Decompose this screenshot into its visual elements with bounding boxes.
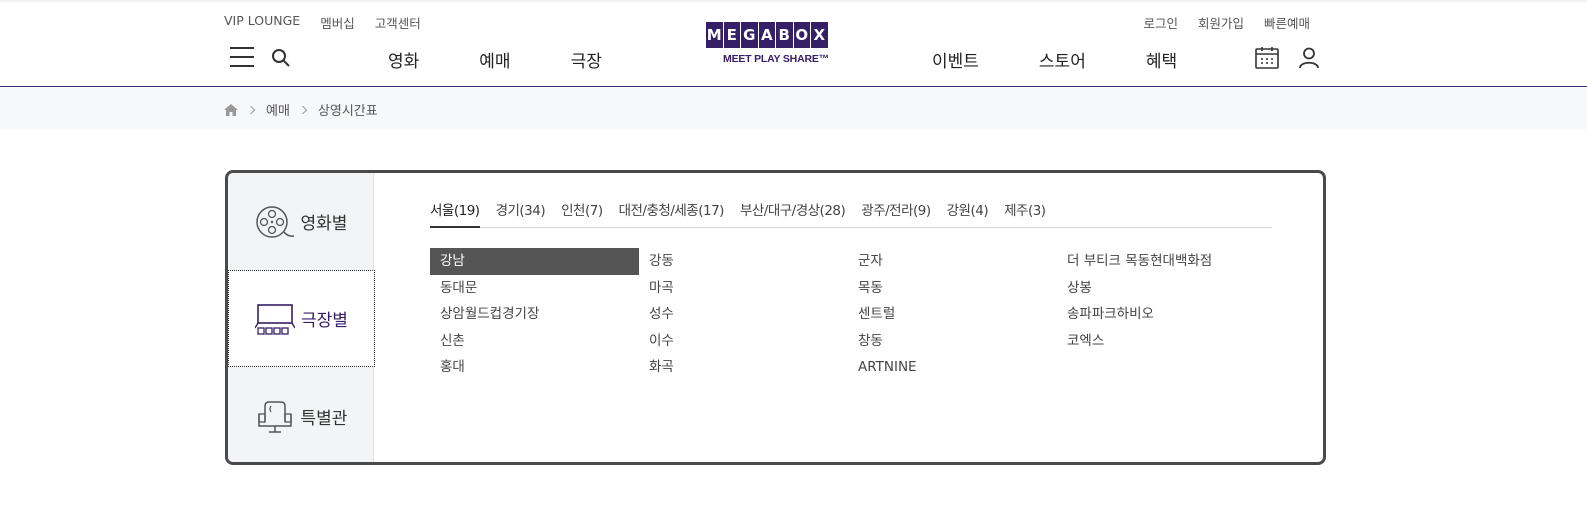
logo-letter: A [758, 22, 775, 48]
theater-item[interactable]: 동대문 [430, 275, 639, 302]
theater-item[interactable]: 송파파크하비오 [1057, 301, 1266, 328]
theater-screen-icon [255, 303, 296, 335]
util-menu-left: VIP LOUNGE 멤버십 고객센터 [224, 13, 441, 32]
tab-region-gyeonggi[interactable]: 경기(34) [496, 195, 546, 227]
logo-letters: M E G A B O X [706, 22, 846, 48]
logo-letter: O [793, 22, 810, 48]
nav-theater[interactable]: 극장 [571, 47, 602, 72]
tab-by-movie[interactable]: 영화별 [228, 173, 374, 270]
theater-item[interactable]: 센트럴 [848, 301, 1057, 328]
tab-region-jeju[interactable]: 제주(3) [1004, 195, 1046, 227]
chevron-right-icon [246, 105, 256, 114]
breadcrumb: 예매 상영시간표 [224, 100, 378, 119]
breadcrumb-bar: 예매 상영시간표 [0, 88, 1587, 129]
logo-letter: M [706, 22, 723, 48]
theater-grid: 강남 강동 군자 더 부티크 목동현대백화점 동대문 마곡 목동 상봉 상암월드… [430, 248, 1272, 381]
tab-region-gangwon[interactable]: 강원(4) [947, 195, 989, 227]
theater-item[interactable]: 마곡 [639, 275, 848, 302]
logo-letter: B [776, 22, 793, 48]
nav-store[interactable]: 스토어 [1039, 47, 1086, 72]
vip-lounge-link[interactable]: VIP LOUNGE [224, 13, 300, 32]
megabox-logo[interactable]: M E G A B O X MEET PLAY SHARE™ [706, 22, 846, 70]
theater-item[interactable]: 신촌 [430, 328, 639, 355]
logo-letter: X [811, 22, 828, 48]
theater-item[interactable]: 성수 [639, 301, 848, 328]
nav-benefit[interactable]: 혜택 [1146, 47, 1177, 72]
quick-booking-link[interactable]: 빠른예매 [1264, 13, 1310, 32]
util-menu-right: 로그인 회원가입 빠른예매 [1123, 13, 1310, 32]
main-nav-left: 영화 예매 극장 [388, 47, 662, 72]
theater-item[interactable]: 목동 [848, 275, 1057, 302]
theater-item[interactable]: ARTNINE [848, 354, 1057, 381]
main-nav-right: 이벤트 스토어 혜택 [932, 47, 1237, 72]
signup-link[interactable]: 회원가입 [1198, 13, 1244, 32]
search-icon[interactable] [271, 48, 291, 68]
tab-region-busan[interactable]: 부산/대구/경상(28) [740, 195, 846, 227]
tab-region-incheon[interactable]: 인천(7) [561, 195, 603, 227]
tab-region-gwangju[interactable]: 광주/전라(9) [861, 195, 931, 227]
menu-icon[interactable] [230, 47, 254, 67]
chevron-right-icon [298, 105, 308, 114]
nav-event[interactable]: 이벤트 [932, 47, 979, 72]
region-tabs: 서울(19) 경기(34) 인천(7) 대전/충청/세종(17) 부산/대구/경… [430, 195, 1272, 228]
site-header: VIP LOUNGE 멤버십 고객센터 로그인 회원가입 빠른예매 영화 예매 … [0, 0, 1587, 87]
theater-item[interactable]: 군자 [848, 248, 1057, 275]
nav-booking[interactable]: 예매 [479, 47, 510, 72]
nav-movie[interactable]: 영화 [388, 47, 419, 72]
tab-special-hall-label: 특별관 [300, 409, 348, 429]
selector-sidebar: 영화별 극장별 특별관 [228, 173, 375, 462]
tab-special-hall[interactable]: 특별관 [228, 368, 374, 462]
home-icon[interactable] [224, 103, 238, 116]
tab-by-theater-label: 극장별 [301, 311, 348, 331]
theater-item[interactable]: 강남 [430, 248, 639, 275]
tab-by-movie-label: 영화별 [300, 214, 348, 234]
recliner-seat-icon [257, 400, 292, 433]
theater-selector-panel: 영화별 극장별 특별관 서울(19) 경기(34) 인천(7) 대전/충청/세종… [225, 170, 1326, 465]
theater-item[interactable]: 상봉 [1057, 275, 1266, 302]
theater-item[interactable]: 화곡 [639, 354, 848, 381]
user-icon[interactable] [1298, 47, 1320, 69]
logo-tagline: MEET PLAY SHARE™ [723, 53, 829, 65]
schedule-calendar-icon[interactable] [1255, 47, 1279, 69]
theater-item[interactable]: 코엑스 [1057, 328, 1266, 355]
theater-item[interactable]: 강동 [639, 248, 848, 275]
theater-item[interactable]: 창동 [848, 328, 1057, 355]
theater-item[interactable]: 더 부티크 목동현대백화점 [1057, 248, 1266, 275]
theater-list-area: 서울(19) 경기(34) 인천(7) 대전/충청/세종(17) 부산/대구/경… [430, 195, 1272, 381]
logo-letter: E [723, 22, 740, 48]
membership-link[interactable]: 멤버십 [320, 13, 355, 32]
logo-letter: G [741, 22, 758, 48]
customer-center-link[interactable]: 고객센터 [375, 13, 421, 32]
tab-by-theater[interactable]: 극장별 [228, 270, 375, 367]
tab-region-daejeon[interactable]: 대전/충청/세종(17) [619, 195, 725, 227]
theater-item[interactable]: 홍대 [430, 354, 639, 381]
login-link[interactable]: 로그인 [1143, 13, 1178, 32]
tab-region-seoul[interactable]: 서울(19) [430, 195, 480, 228]
breadcrumb-booking[interactable]: 예매 [266, 100, 290, 119]
theater-item[interactable]: 상암월드컵경기장 [430, 301, 639, 328]
theater-item[interactable]: 이수 [639, 328, 848, 355]
breadcrumb-showtimes[interactable]: 상영시간표 [318, 100, 378, 119]
film-reel-icon [255, 205, 294, 238]
